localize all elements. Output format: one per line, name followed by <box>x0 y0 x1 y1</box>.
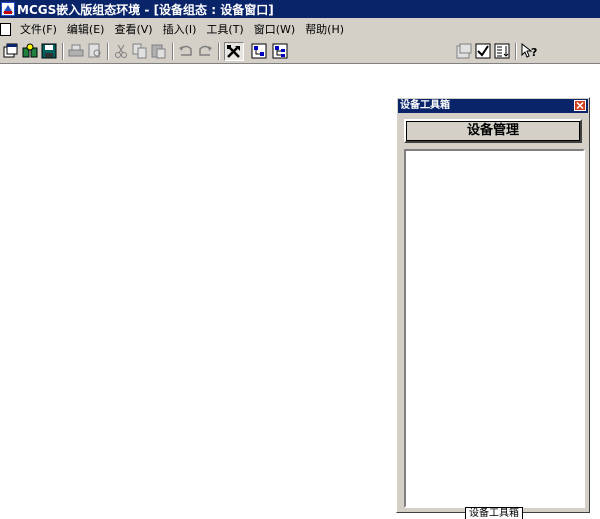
save-icon[interactable] <box>41 43 57 59</box>
undo-icon[interactable] <box>178 43 194 59</box>
tools-icon[interactable] <box>224 42 244 61</box>
document-icon[interactable] <box>0 22 11 36</box>
toolbar-separator <box>172 43 174 60</box>
device-tree-icon[interactable] <box>251 43 267 59</box>
open-project-icon[interactable] <box>22 43 38 59</box>
device-list[interactable] <box>404 149 585 508</box>
toolbar-separator <box>62 43 64 60</box>
redo-icon[interactable] <box>197 43 213 59</box>
device-management-button[interactable]: 设备管理 <box>404 119 582 143</box>
menu-insert[interactable]: 插入(I) <box>159 21 201 37</box>
list-icon[interactable] <box>494 43 510 59</box>
toolbar-separator <box>218 43 220 60</box>
help-icon[interactable]: ? <box>521 43 537 59</box>
toolbox-title: 设备工具箱 <box>400 100 450 111</box>
print-preview-icon[interactable] <box>87 43 103 59</box>
toolbar-separator <box>515 43 517 60</box>
check-icon[interactable] <box>475 43 491 59</box>
window-title: MCGS嵌入版组态环境 - [设备组态 : 设备窗口] <box>17 2 274 17</box>
print-icon[interactable] <box>68 43 84 59</box>
menu-window[interactable]: 窗口(W) <box>250 21 299 37</box>
toolbar: ? <box>0 40 600 64</box>
new-window-icon[interactable] <box>3 43 19 59</box>
menu-edit[interactable]: 编辑(E) <box>63 21 109 37</box>
title-bar: MCGS嵌入版组态环境 - [设备组态 : 设备窗口] <box>0 0 600 18</box>
menu-help[interactable]: 帮助(H) <box>301 21 348 37</box>
menu-bar: 文件(F) 编辑(E) 查看(V) 插入(I) 工具(T) 窗口(W) 帮助(H… <box>0 18 600 40</box>
menu-view[interactable]: 查看(V) <box>110 21 156 37</box>
toolbar-separator <box>107 43 109 60</box>
svg-text:?: ? <box>531 46 537 59</box>
copy-icon[interactable] <box>132 43 148 59</box>
device-toolbox-panel: 设备工具箱 设备管理 <box>396 97 590 513</box>
device-tree-expand-icon[interactable] <box>272 43 288 59</box>
property-icon[interactable] <box>456 43 472 59</box>
cut-icon[interactable] <box>113 43 129 59</box>
app-icon[interactable] <box>1 2 15 16</box>
toolbox-title-bar[interactable]: 设备工具箱 <box>398 99 588 113</box>
menu-tools[interactable]: 工具(T) <box>202 21 247 37</box>
toolbox-tab[interactable]: 设备工具箱 <box>465 507 523 519</box>
paste-icon[interactable] <box>151 43 167 59</box>
close-icon[interactable] <box>574 100 586 111</box>
menu-file[interactable]: 文件(F) <box>16 21 61 37</box>
